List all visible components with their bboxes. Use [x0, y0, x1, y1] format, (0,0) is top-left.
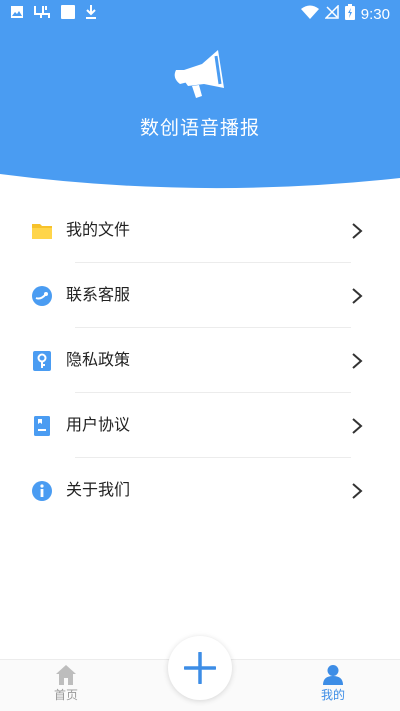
- chevron-right-icon: [350, 417, 364, 435]
- tab-home[interactable]: 首页: [36, 660, 96, 711]
- menu-item-label: 隐私政策: [66, 352, 131, 369]
- plus-icon: [184, 652, 216, 684]
- menu-item-about-us[interactable]: 关于我们: [0, 458, 400, 523]
- settings-menu: 我的文件 联系客服 隐私政策 用户协议 关于我们: [0, 198, 400, 523]
- megaphone-icon: [172, 48, 228, 102]
- tab-home-label: 首页: [53, 688, 78, 702]
- download-icon: [84, 4, 98, 24]
- info-icon: [31, 480, 53, 502]
- menu-item-label: 关于我们: [66, 482, 131, 499]
- menu-item-my-files[interactable]: 我的文件: [0, 198, 400, 263]
- menu-item-label: 我的文件: [66, 222, 131, 239]
- tab-mine[interactable]: 我的: [303, 660, 363, 711]
- home-icon: [55, 664, 77, 686]
- profile-header: 9:30 数创语音播报: [0, 0, 400, 190]
- status-time: 9:30: [360, 5, 390, 23]
- no-signal-icon: [323, 4, 339, 23]
- chevron-right-icon: [350, 482, 364, 500]
- tab-mine-label: 我的: [320, 688, 345, 702]
- chevron-right-icon: [350, 222, 364, 240]
- menu-item-label: 用户协议: [66, 417, 131, 434]
- menu-item-user-agreement[interactable]: 用户协议: [0, 393, 400, 458]
- agreement-document-icon: [31, 415, 53, 437]
- square-icon: [60, 4, 76, 24]
- privacy-key-icon: [31, 350, 53, 372]
- wifi-icon: [300, 5, 319, 23]
- image-icon: [10, 5, 24, 23]
- menu-item-label: 联系客服: [66, 287, 131, 304]
- user-icon: [322, 664, 344, 686]
- chevron-right-icon: [350, 352, 364, 370]
- battery-charging-icon: [344, 4, 355, 24]
- app-title: 数创语音播报: [139, 118, 260, 139]
- chevron-right-icon: [350, 287, 364, 305]
- folder-icon: [31, 220, 53, 242]
- status-bar: 9:30: [0, 0, 400, 28]
- add-button[interactable]: [168, 636, 232, 700]
- menu-item-privacy-policy[interactable]: 隐私政策: [0, 328, 400, 393]
- customer-service-icon: [31, 285, 53, 307]
- bug-icon: [32, 4, 52, 24]
- menu-item-customer-service[interactable]: 联系客服: [0, 263, 400, 328]
